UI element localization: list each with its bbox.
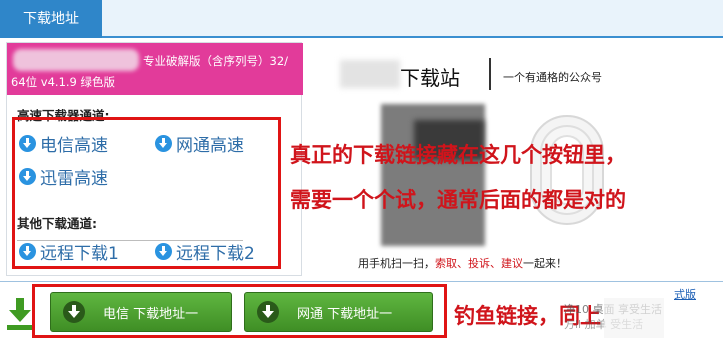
- tab-download-address[interactable]: 下载地址: [0, 0, 102, 38]
- tab-bar: 下载地址: [0, 0, 723, 38]
- ad-link[interactable]: 式版: [674, 286, 696, 302]
- scan-caption: 用手机扫一扫，索取、投诉、建议一起来！: [358, 255, 567, 271]
- wechat-title: 下载站: [400, 66, 460, 90]
- annotation-try-each: 需要一个个试，通常后面的都是对的: [290, 188, 626, 212]
- highlight-box-links: [12, 117, 281, 269]
- product-title-line2: 64位 v4.1.9 绿色版: [11, 75, 116, 89]
- blurred-logo: [13, 49, 139, 71]
- scan-suffix: 一起来！: [523, 257, 567, 270]
- scan-highlight: 索取、投诉、建议: [435, 257, 523, 270]
- green-download-arrow-icon: [7, 298, 33, 330]
- annotation-real-links: 真正的下载链接藏在这几个按钮里，: [290, 143, 626, 167]
- title-separator: [489, 58, 491, 90]
- bottom-divider: [0, 281, 723, 282]
- scan-prefix: 用手机扫一扫，: [358, 257, 435, 270]
- highlight-box-buttons: [32, 284, 447, 338]
- product-title-line1: 专业破解版（含序列号）32/: [143, 54, 289, 68]
- wechat-subtitle: 一个有通格的公众号: [503, 71, 602, 84]
- ad-snippet: 式版 净10 桌面 享受生活 方ll 加单 受生活: [564, 286, 723, 344]
- product-banner: 专业破解版（含序列号）32/ 64位 v4.1.9 绿色版: [7, 43, 303, 95]
- blurred-site-name: [340, 60, 400, 88]
- ad-fade: [604, 298, 664, 338]
